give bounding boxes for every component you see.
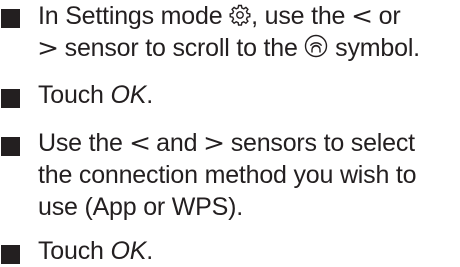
step-text-segment: Touch — [38, 237, 111, 265]
greater-than-sensor-symbol: > — [37, 34, 59, 62]
wifi-connection-icon — [304, 34, 328, 58]
square-bullet-icon — [1, 137, 20, 156]
step-text-segment: Touch — [38, 81, 111, 109]
square-bullet-icon — [1, 89, 20, 108]
step-text-segment: Use the — [38, 129, 130, 157]
greater-than-sensor-symbol: > — [203, 129, 225, 157]
step-text: Touch OK. — [38, 235, 460, 267]
step-line-3: use (App or WPS). — [38, 193, 243, 221]
step-text-segment: sensors to select — [223, 129, 415, 157]
step-line-2: > sensor to scroll to the symbol. — [37, 32, 460, 64]
square-bullet-icon — [1, 245, 20, 264]
step-line-1: Touch OK. — [38, 235, 460, 267]
step-line-1: In Settings mode , use the < or — [38, 0, 460, 32]
step-text-segment: and — [149, 129, 205, 157]
step-line-1: Touch OK. — [38, 79, 460, 111]
step-line-1: Use the < and > sensors to select — [38, 127, 460, 159]
step-text-segment: In Settings mode — [38, 2, 230, 30]
step-text-segment: , use the — [251, 2, 353, 30]
step-text-segment: symbol. — [328, 34, 420, 62]
step-line-2: the connection method you wish to — [38, 161, 417, 189]
gear-icon — [229, 4, 251, 26]
step-text-segment: sensor to scroll to the — [57, 34, 305, 62]
step-text: Use the < and > sensors to select the co… — [38, 127, 460, 223]
step-text-segment: . — [146, 81, 153, 109]
ok-label: OK — [110, 81, 147, 109]
step-text-segment: or — [371, 2, 401, 30]
square-bullet-icon — [1, 9, 20, 28]
less-than-sensor-symbol: < — [351, 2, 373, 30]
step-text-segment: . — [146, 237, 153, 265]
step-text: Touch OK. — [38, 79, 460, 111]
ok-label: OK — [110, 237, 147, 265]
step-text: In Settings mode , use the < or > sensor… — [37, 0, 460, 64]
less-than-sensor-symbol: < — [128, 129, 151, 157]
